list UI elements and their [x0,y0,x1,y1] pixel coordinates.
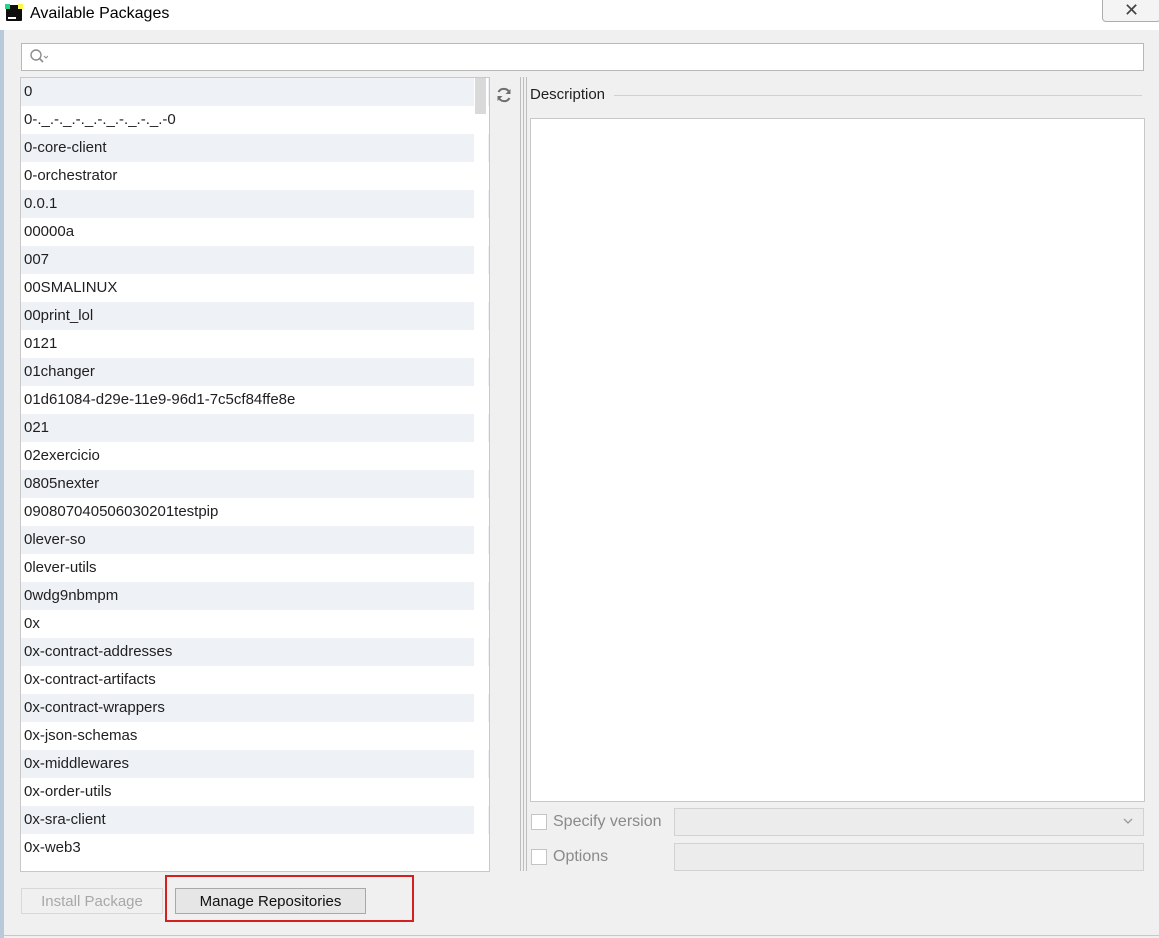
package-row[interactable]: 01d61084-d29e-11e9-96d1-7c5cf84ffe8e [21,386,489,414]
package-row[interactable]: 00000a [21,218,489,246]
package-row[interactable]: 021 [21,414,489,442]
install-package-button[interactable]: Install Package [21,888,163,914]
bottom-divider [0,935,1159,936]
description-label: Description [530,86,606,103]
package-row[interactable]: 01changer [21,358,489,386]
package-row[interactable]: 0x-contract-artifacts [21,666,489,694]
panel-splitter[interactable] [520,77,527,871]
desktop-edge [0,0,4,938]
package-row[interactable]: 0x-contract-addresses [21,638,489,666]
package-row[interactable]: 0x-middlewares [21,750,489,778]
package-row[interactable]: 0805nexter [21,470,489,498]
version-select[interactable] [674,808,1144,836]
options-checkbox[interactable] [531,849,547,865]
options-input[interactable] [674,843,1144,871]
package-row[interactable]: 0-._.-._.-._.-._.-._.-._.-0 [21,106,489,134]
close-icon: ✕ [1123,0,1140,20]
refresh-icon [497,87,511,103]
package-row[interactable]: 00SMALINUX [21,274,489,302]
pycharm-icon [5,4,23,21]
package-list[interactable]: 0 0-._.-._.-._.-._.-._.-._.-0 0-core-clien… [20,77,490,872]
package-row[interactable]: 0x [21,610,489,638]
package-row[interactable]: 0x-order-utils [21,778,489,806]
package-row[interactable]: 0lever-so [21,526,489,554]
scrollbar-thumb[interactable] [475,78,486,114]
package-row[interactable]: 02exercicio [21,442,489,470]
package-row[interactable]: 090807040506030201testpip [21,498,489,526]
package-list-scrollbar[interactable] [474,78,488,870]
package-row[interactable]: 007 [21,246,489,274]
window-title: Available Packages [30,5,170,22]
package-row[interactable]: 0wdg9nbmpm [21,582,489,610]
close-button[interactable]: ✕ [1102,0,1159,22]
specify-version-checkbox[interactable] [531,814,547,830]
package-row[interactable]: 0x-json-schemas [21,722,489,750]
package-row[interactable]: 0.0.1 [21,190,489,218]
package-row[interactable]: 0121 [21,330,489,358]
specify-version-label: Specify version [553,813,662,830]
highlight-annotation [165,875,414,922]
package-row[interactable]: 00print_lol [21,302,489,330]
search-input[interactable] [21,43,1144,71]
package-row[interactable]: 0-orchestrator [21,162,489,190]
title-bar: Available Packages ✕ [0,0,1159,30]
description-divider [614,95,1142,96]
chevron-down-icon [1123,818,1133,824]
description-area [530,118,1145,802]
package-row[interactable]: 0x-web3 [21,834,489,862]
search-icon [30,49,48,63]
refresh-button[interactable] [491,82,517,108]
package-row[interactable]: 0x-sra-client [21,806,489,834]
options-label: Options [553,848,609,865]
package-row[interactable]: 0 [21,78,489,106]
package-row[interactable]: 0lever-utils [21,554,489,582]
package-row[interactable]: 0x-contract-wrappers [21,694,489,722]
package-row[interactable]: 0-core-client [21,134,489,162]
